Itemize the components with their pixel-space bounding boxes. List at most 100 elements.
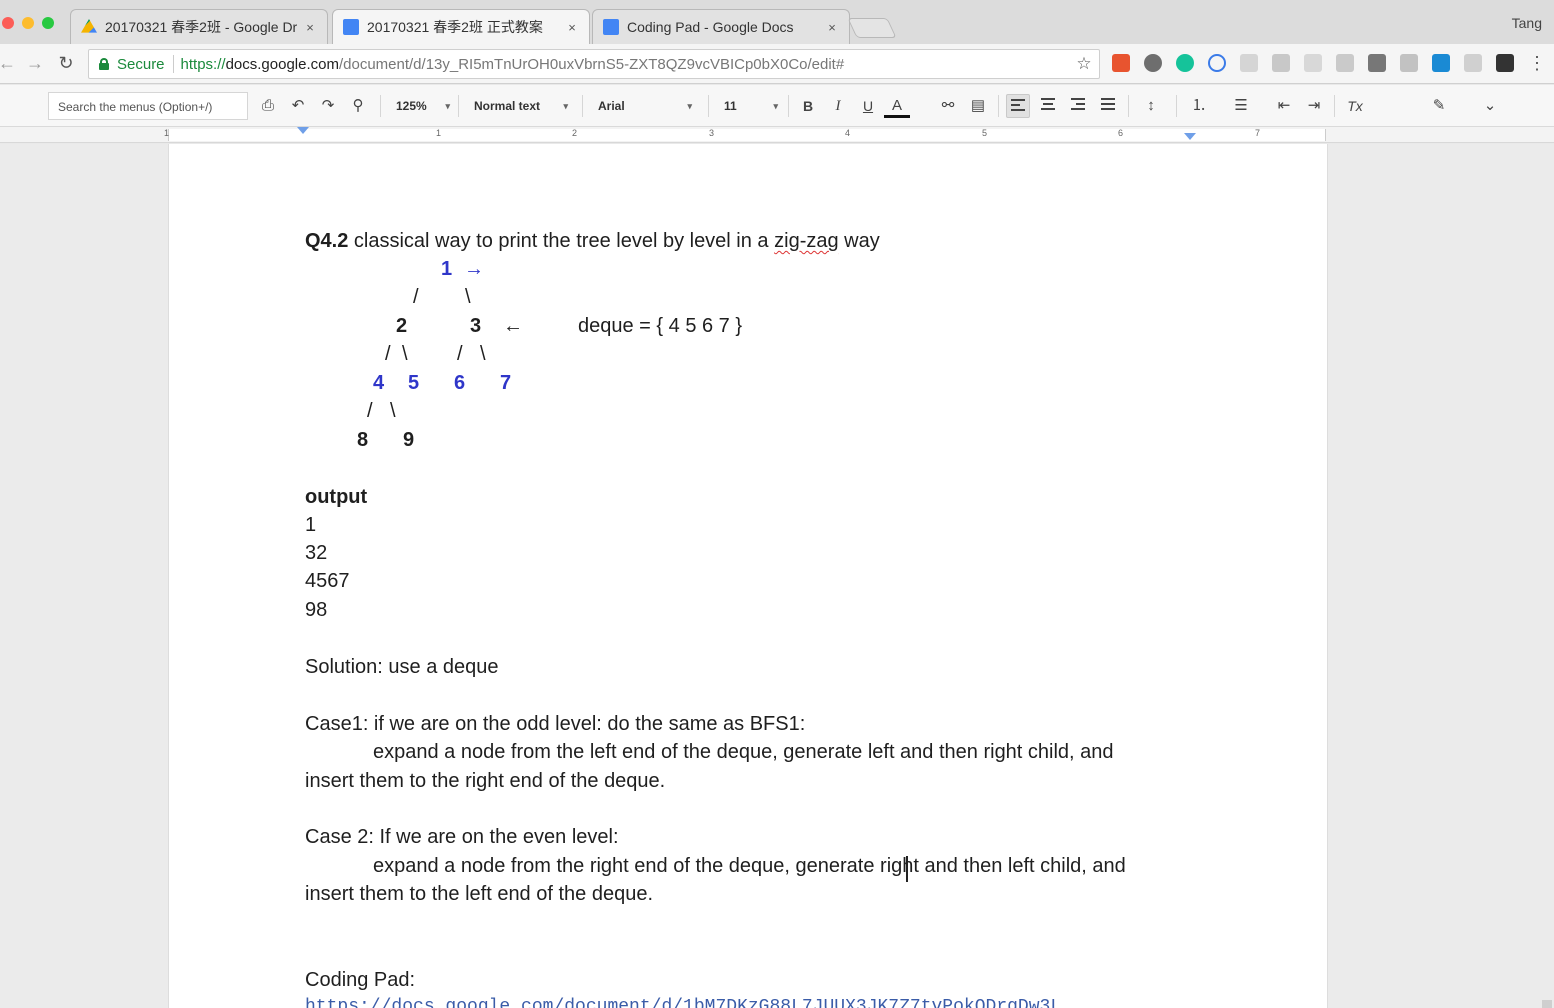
search-menus-input[interactable]: Search the menus (Option+/) <box>48 92 248 120</box>
extension-icon-grammarly[interactable] <box>1176 54 1194 72</box>
document-page[interactable]: Q4.2 classical way to print the tree lev… <box>168 144 1328 1008</box>
secure-label: Secure <box>117 55 165 73</box>
decrease-indent-icon[interactable]: ⇤ <box>1272 94 1296 118</box>
undo-icon[interactable]: ↶ <box>286 94 310 118</box>
tree-edge: \ <box>465 286 471 308</box>
tree-edge: / <box>367 400 373 422</box>
pencil-mode-icon[interactable]: ✎ <box>1424 94 1454 118</box>
extension-icon-grey-6[interactable] <box>1464 54 1482 72</box>
new-tab-button[interactable] <box>847 18 897 38</box>
tab-drive-folder[interactable]: 20170321 春季2班 - Google Dr × <box>70 9 328 44</box>
output-line: 4567 <box>305 570 350 592</box>
tree-edge: / <box>385 343 391 365</box>
maximize-window-button[interactable] <box>42 17 54 29</box>
increase-indent-icon[interactable]: ⇥ <box>1302 94 1326 118</box>
bookmark-star-icon[interactable]: ☆ <box>1073 54 1095 74</box>
minimize-window-button[interactable] <box>22 17 34 29</box>
align-left-button[interactable] <box>1006 94 1030 118</box>
output-line: 98 <box>305 599 328 621</box>
coding-pad-link[interactable]: https://docs.google.com/document/d/1bM7D… <box>305 995 1061 1008</box>
bulleted-list-icon[interactable]: ☰ <box>1226 94 1256 118</box>
separator <box>1334 95 1335 117</box>
justify-button[interactable] <box>1096 94 1120 118</box>
output-label: output <box>305 486 368 508</box>
close-tab-icon[interactable]: × <box>825 20 839 35</box>
document-canvas: Q4.2 classical way to print the tree lev… <box>0 144 1554 1008</box>
separator <box>788 95 789 117</box>
extension-icon-grey-5[interactable] <box>1400 54 1418 72</box>
right-indent-marker[interactable] <box>1184 133 1196 140</box>
extension-icon-grey-3[interactable] <box>1304 54 1322 72</box>
ruler-number: 7 <box>1255 128 1261 138</box>
address-bar[interactable]: Secure https://docs.google.com/document/… <box>88 49 1100 79</box>
separator <box>458 95 459 117</box>
separator <box>1128 95 1129 117</box>
solution-text: Solution: use a deque <box>305 656 499 678</box>
align-left-icon <box>1011 99 1025 111</box>
font-dropdown[interactable]: Arial ▾ <box>598 94 692 118</box>
ruler-number: 4 <box>845 128 851 138</box>
separator <box>380 95 381 117</box>
tree-edge: \ <box>402 343 408 365</box>
ruler-number: 5 <box>982 128 988 138</box>
italic-button[interactable]: I <box>826 94 850 118</box>
separator <box>1176 95 1177 117</box>
back-arrow-icon[interactable]: ← <box>0 52 18 74</box>
link-icon[interactable]: ⚯ <box>936 94 960 118</box>
separator <box>172 55 174 73</box>
extension-icon-blue-circle[interactable] <box>1208 54 1226 72</box>
google-docs-icon <box>343 19 359 35</box>
underline-button[interactable]: U <box>856 94 880 118</box>
tree-node-3: 3 <box>470 315 482 337</box>
line-spacing-icon[interactable]: ↕ <box>1136 94 1166 118</box>
close-tab-icon[interactable]: × <box>565 20 579 35</box>
tab-lesson-plan[interactable]: 20170321 春季2班 正式教案 × <box>332 9 590 44</box>
extension-icon-grey-1[interactable] <box>1240 54 1258 72</box>
extension-icon-mail[interactable] <box>1368 54 1386 72</box>
align-right-icon <box>1071 98 1085 110</box>
separator <box>708 95 709 117</box>
tree-node-8: 8 <box>357 429 369 451</box>
tree-node-6: 6 <box>454 372 466 394</box>
tree-edge: / <box>413 286 419 308</box>
align-center-icon <box>1041 98 1055 110</box>
extension-icon-grey-2[interactable] <box>1272 54 1290 72</box>
reload-icon[interactable]: ↻ <box>55 52 77 74</box>
redo-icon[interactable]: ↷ <box>316 94 340 118</box>
extension-icon-red[interactable] <box>1112 54 1130 72</box>
tab-title: 20170321 春季2班 正式教案 <box>367 19 543 35</box>
url-text: https://docs.google.com/document/d/13y_R… <box>180 55 845 73</box>
paint-format-icon[interactable]: ⚲ <box>346 94 370 118</box>
browser-tab-strip: 20170321 春季2班 - Google Dr × 20170321 春季2… <box>0 0 1554 44</box>
zoom-dropdown[interactable]: 125% ▾ <box>396 94 450 118</box>
close-tab-icon[interactable]: × <box>303 20 317 35</box>
comment-icon[interactable]: ▤ <box>966 94 990 118</box>
case2-title: Case 2: If we are on the even level: <box>305 826 619 848</box>
extension-icon-dark[interactable] <box>1496 54 1514 72</box>
font-size-dropdown[interactable]: 11 ▾ <box>724 94 778 118</box>
clear-formatting-button[interactable]: Tx <box>1342 94 1368 118</box>
left-indent-marker[interactable] <box>297 127 309 134</box>
ruler-number: 1 <box>436 128 442 138</box>
profile-name[interactable]: Tang <box>1512 15 1542 31</box>
lock-icon <box>99 58 109 70</box>
print-icon[interactable]: ⎙ <box>256 94 280 118</box>
right-arrow: → <box>464 258 484 280</box>
bold-button[interactable]: B <box>796 94 820 118</box>
tree-node-1: 1 <box>441 258 453 280</box>
align-right-button[interactable] <box>1066 94 1090 118</box>
tree-node-7: 7 <box>500 372 512 394</box>
align-center-button[interactable] <box>1036 94 1060 118</box>
extension-icon-evernote[interactable] <box>1144 54 1162 72</box>
paragraph-style-dropdown[interactable]: Normal text ▾ <box>474 94 568 118</box>
forward-arrow-icon[interactable]: → <box>24 52 46 74</box>
tab-coding-pad[interactable]: Coding Pad - Google Docs × <box>592 9 850 44</box>
collapse-toolbar-icon[interactable]: ⌄ <box>1478 94 1502 118</box>
text-color-button[interactable]: A <box>884 94 910 118</box>
close-window-button[interactable] <box>2 17 14 29</box>
extension-icon-grey-4[interactable] <box>1336 54 1354 72</box>
extension-icon-skype[interactable] <box>1432 54 1450 72</box>
deque-label: deque = { 4 5 6 7 } <box>578 315 743 337</box>
browser-menu-icon[interactable]: ⋮ <box>1528 53 1546 74</box>
numbered-list-icon[interactable]: ⒈ <box>1184 94 1214 118</box>
